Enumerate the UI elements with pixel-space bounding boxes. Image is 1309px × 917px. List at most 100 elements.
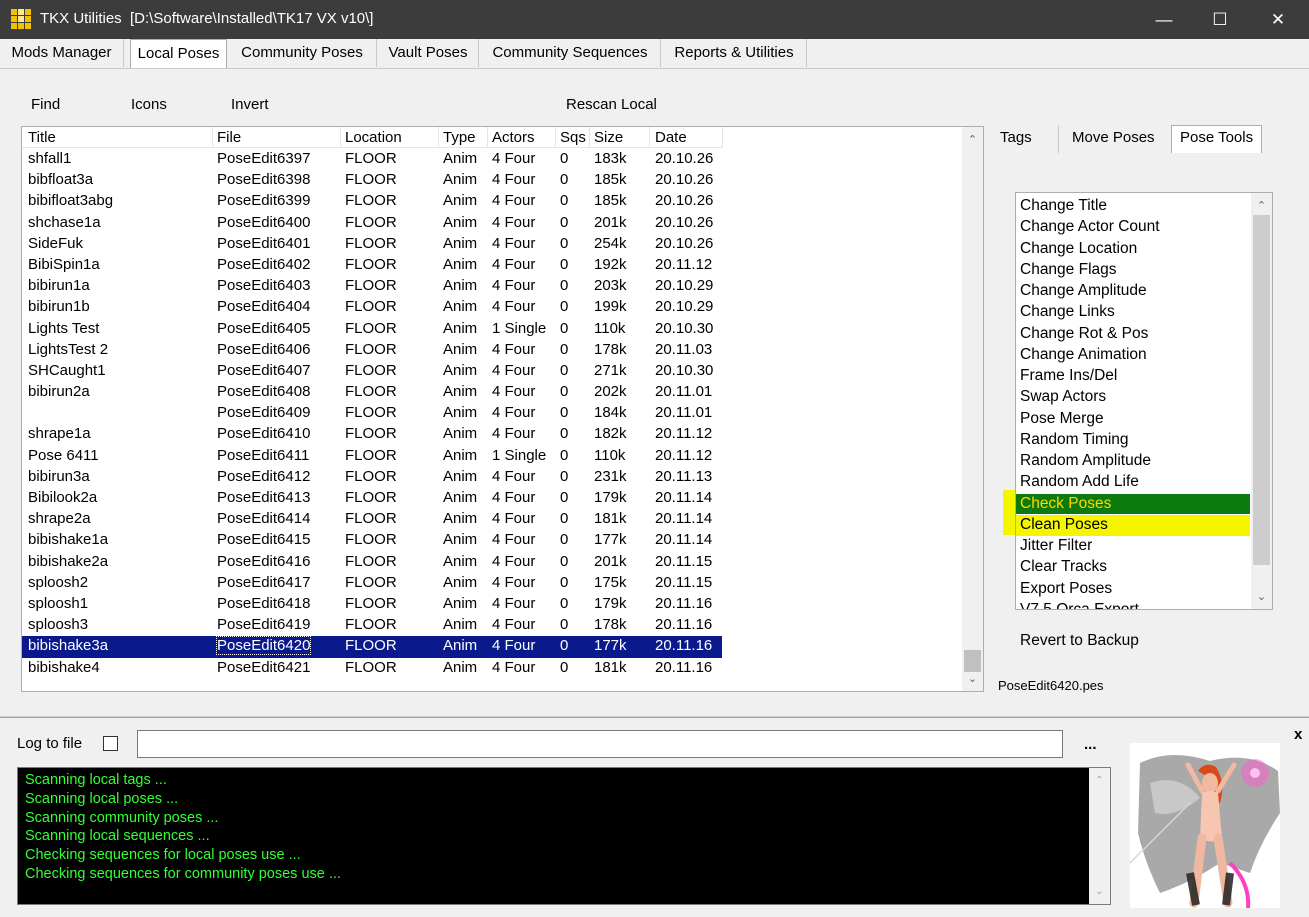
tab-community-sequences[interactable]: Community Sequences [480,39,661,67]
table-row[interactable]: BibiSpin1a PoseEdit6402 FLOOR Anim 4 Four 0 19… [22,255,722,276]
maximize-button[interactable]: ☐ [1197,0,1243,39]
tool-item[interactable]: Change Flags [1020,261,1117,279]
column-header-actors[interactable]: Actors [492,129,535,146]
table-row[interactable]: sploosh3 PoseEdit6419 FLOOR Anim 4 Four 0 178k… [22,615,722,636]
tool-item[interactable]: Random Add Life [1020,473,1139,491]
scroll-down-icon[interactable]: ⌄ [1251,586,1272,607]
table-row[interactable]: bibishake3a PoseEdit6420 FLOOR Anim 4 Four 0 1… [22,636,722,658]
icons-button[interactable]: Icons [131,96,167,113]
tool-item[interactable]: Pose Merge [1020,410,1104,428]
tool-item[interactable]: Random Amplitude [1020,452,1151,470]
cell-location: FLOOR [345,594,397,612]
table-scrollbar[interactable]: ⌃ ⌄ [962,127,983,691]
tool-item[interactable]: Swap Actors [1020,388,1106,406]
tab-reports-utilities[interactable]: Reports & Utilities [662,39,807,67]
cell-size: 231k [594,467,627,485]
tab-pose-tools[interactable]: Pose Tools [1171,125,1263,153]
tab-vault-poses[interactable]: Vault Poses [378,39,479,67]
table-row[interactable]: bibfloat3a PoseEdit6398 FLOOR Anim 4 Four 0 18… [22,170,722,191]
table-row[interactable]: bibirun1b PoseEdit6404 FLOOR Anim 4 Four 0 199… [22,297,722,318]
scroll-up-icon[interactable]: ⌃ [1251,195,1272,216]
scroll-thumb[interactable] [1253,215,1270,565]
find-button[interactable]: Find [31,96,60,113]
rescan-local-button[interactable]: Rescan Local [566,96,657,113]
cell-file: PoseEdit6399 [217,192,311,210]
table-row[interactable]: shrape2a PoseEdit6414 FLOOR Anim 4 Four 0 181k… [22,509,722,530]
splitter[interactable] [0,716,1309,718]
table-row[interactable]: shfall1 PoseEdit6397 FLOOR Anim 4 Four 0 183k 2… [22,149,722,170]
table-row[interactable]: sploosh2 PoseEdit6417 FLOOR Anim 4 Four 0 175k… [22,573,722,594]
column-header-location[interactable]: Location [345,129,402,146]
table-row[interactable]: Pose 6411 PoseEdit6411 FLOOR Anim 1 Single 0 1… [22,446,722,467]
column-header-type[interactable]: Type [443,129,476,146]
tool-item[interactable]: Random Timing [1020,431,1129,449]
tool-item[interactable]: Change Actor Count [1020,218,1160,236]
table-row[interactable]: bibifloat3abg PoseEdit6399 FLOOR Anim 4 Four… [22,191,722,212]
column-header-file[interactable]: File [217,129,241,146]
table-row[interactable]: bibirun3a PoseEdit6412 FLOOR Anim 4 Four 0 231… [22,467,722,488]
table-row[interactable]: shrape1a PoseEdit6410 FLOOR Anim 4 Four 0 182k… [22,424,722,445]
cell-location: FLOOR [345,298,397,316]
poses-table[interactable]: Title File Location Type Actors Sqs Size… [21,126,984,692]
minimize-button[interactable]: — [1141,0,1187,39]
tab-move-poses[interactable]: Move Poses [1072,129,1155,146]
cell-title: bibirun1a [28,277,90,295]
cell-size: 254k [594,234,627,252]
revert-to-backup-button[interactable]: Revert to Backup [1020,632,1139,650]
tool-item[interactable]: Jitter Filter [1020,537,1092,555]
log-path-input[interactable] [137,730,1063,758]
pose-tools-list[interactable]: ⌃ ⌄ Change Title Change Actor Count Change… [1015,192,1273,610]
tool-item[interactable]: Clear Tracks [1020,558,1107,576]
cell-size: 203k [594,277,627,295]
tab-local-poses[interactable]: Local Poses [130,39,227,69]
tab-community-poses[interactable]: Community Poses [228,39,377,67]
close-panel-button[interactable]: x [1294,726,1302,743]
tool-item[interactable]: Frame Ins/Del [1020,367,1117,385]
log-console[interactable]: ⌃ ⌄ Scanning local tags ... Scanning loca… [17,767,1111,905]
table-row[interactable]: sploosh1 PoseEdit6418 FLOOR Anim 4 Four 0 179k… [22,594,722,615]
scroll-down-icon[interactable]: ⌄ [1089,881,1110,902]
table-row[interactable]: PoseEdit6409 FLOOR Anim 4 Four 0 184k 20.11.01 [22,403,722,424]
invert-button[interactable]: Invert [231,96,269,113]
table-row[interactable]: SideFuk PoseEdit6401 FLOOR Anim 4 Four 0 254k 2… [22,234,722,255]
table-row[interactable]: bibishake1a PoseEdit6415 FLOOR Anim 4 Four 0 1… [22,530,722,551]
cell-type: Anim [443,171,478,189]
cell-size: 182k [594,425,627,443]
tool-item[interactable]: Change Animation [1020,346,1147,364]
table-row[interactable]: bibishake2a PoseEdit6416 FLOOR Anim 4 Four 0 2… [22,552,722,573]
scroll-up-icon[interactable]: ⌃ [962,129,983,150]
tab-tags[interactable]: Tags [1000,129,1032,146]
column-header-size[interactable]: Size [594,129,623,146]
tool-item[interactable]: Change Title [1020,197,1107,215]
cell-location: FLOOR [345,319,397,337]
table-row[interactable]: Bibilook2a PoseEdit6413 FLOOR Anim 4 Four 0 17… [22,488,722,509]
close-window-button[interactable]: ✕ [1255,0,1301,39]
table-row[interactable]: SHCaught1 PoseEdit6407 FLOOR Anim 4 Four 0 271… [22,361,722,382]
console-scrollbar[interactable]: ⌃ ⌄ [1089,768,1110,904]
scroll-down-icon[interactable]: ⌄ [962,668,983,689]
browse-button[interactable]: ... [1084,736,1097,753]
table-row[interactable]: bibirun1a PoseEdit6403 FLOOR Anim 4 Four 0 203… [22,276,722,297]
tool-item[interactable]: Change Rot & Pos [1020,325,1148,343]
log-to-file-checkbox[interactable] [103,736,118,751]
cell-file: PoseEdit6400 [217,213,311,231]
column-header-title[interactable]: Title [28,129,56,146]
column-header-date[interactable]: Date [655,129,687,146]
tool-item[interactable]: Change Location [1020,240,1137,258]
tool-item[interactable]: V7.5 Orca Export [1020,601,1139,609]
tools-scrollbar[interactable]: ⌃ ⌄ [1251,193,1272,609]
table-row[interactable]: LightsTest 2 PoseEdit6406 FLOOR Anim 4 Four 0… [22,340,722,361]
tool-item[interactable]: Change Amplitude [1020,282,1147,300]
cell-location: FLOOR [345,658,397,676]
scroll-up-icon[interactable]: ⌃ [1089,770,1110,791]
table-row[interactable]: bibirun2a PoseEdit6408 FLOOR Anim 4 Four 0 202… [22,382,722,403]
column-header-sqs[interactable]: Sqs [560,129,586,146]
table-row[interactable]: shchase1a PoseEdit6400 FLOOR Anim 4 Four 0 201… [22,213,722,234]
tool-item[interactable]: Export Poses [1020,580,1112,598]
table-row[interactable]: Lights Test PoseEdit6405 FLOOR Anim 1 Single… [22,319,722,340]
tab-mods-manager[interactable]: Mods Manager [0,39,124,67]
tool-item[interactable]: Change Links [1020,303,1115,321]
tool-item[interactable]: Check Poses [1020,495,1111,513]
tool-item[interactable]: Clean Poses [1020,516,1108,534]
table-row[interactable]: bibishake4 PoseEdit6421 FLOOR Anim 4 Four 0 18… [22,658,722,679]
